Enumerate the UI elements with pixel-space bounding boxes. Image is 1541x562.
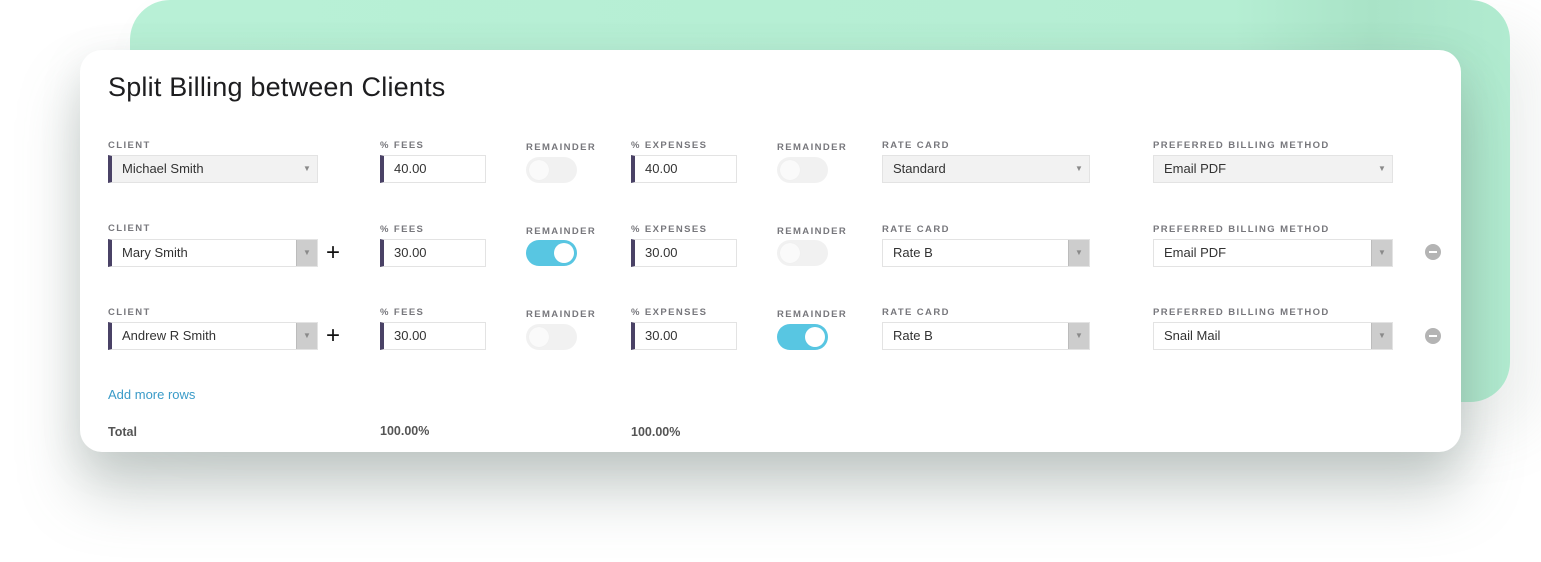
expenses-remainder-toggle[interactable] xyxy=(777,157,828,183)
rate-card-label: RATE CARD xyxy=(882,140,950,151)
remove-row-icon[interactable] xyxy=(1425,244,1441,260)
client-select[interactable]: Michael Smith ▼ xyxy=(108,155,318,183)
expenses-remainder-label: REMAINDER xyxy=(777,226,848,237)
expenses-input[interactable]: 30.00 xyxy=(631,239,737,267)
fees-value: 30.00 xyxy=(394,245,427,260)
fees-input[interactable]: 30.00 xyxy=(380,322,486,350)
split-billing-card: Split Billing between Clients CLIENT Mic… xyxy=(80,50,1461,452)
expenses-input[interactable]: 40.00 xyxy=(631,155,737,183)
toggle-knob xyxy=(780,243,800,263)
client-value: Mary Smith xyxy=(122,245,188,260)
add-client-icon[interactable]: + xyxy=(326,324,340,348)
rate-card-label: RATE CARD xyxy=(882,307,950,318)
fees-label: % FEES xyxy=(380,307,425,318)
toggle-knob xyxy=(780,160,800,180)
fees-remainder-label: REMAINDER xyxy=(526,309,597,320)
expenses-remainder-toggle[interactable] xyxy=(777,324,828,350)
billing-method-value: Snail Mail xyxy=(1164,328,1221,343)
client-select[interactable]: Mary Smith ▼ xyxy=(108,239,318,267)
chevron-down-icon: ▼ xyxy=(1378,164,1386,173)
fees-remainder-toggle[interactable] xyxy=(526,324,577,350)
client-label: CLIENT xyxy=(108,140,151,151)
fees-value: 30.00 xyxy=(394,328,427,343)
client-value: Andrew R Smith xyxy=(122,328,216,343)
expenses-value: 30.00 xyxy=(645,245,678,260)
billing-method-value: Email PDF xyxy=(1164,245,1227,260)
toggle-knob xyxy=(529,160,549,180)
rate-card-value: Rate B xyxy=(893,328,933,343)
fees-label: % FEES xyxy=(380,140,425,151)
chevron-down-icon: ▼ xyxy=(1068,240,1089,266)
billing-method-select[interactable]: Email PDF ▼ xyxy=(1153,155,1393,183)
fees-label: % FEES xyxy=(380,224,425,235)
billing-method-label: PREFERRED BILLING METHOD xyxy=(1153,224,1330,235)
client-label: CLIENT xyxy=(108,223,151,234)
expenses-label: % EXPENSES xyxy=(631,307,708,318)
toggle-knob xyxy=(554,243,574,263)
total-label: Total xyxy=(108,425,137,439)
total-expenses: 100.00% xyxy=(631,425,681,439)
fees-remainder-label: REMAINDER xyxy=(526,142,597,153)
expenses-remainder-label: REMAINDER xyxy=(777,309,848,320)
expenses-remainder-toggle[interactable] xyxy=(777,240,828,266)
chevron-down-icon: ▼ xyxy=(296,240,317,266)
expenses-label: % EXPENSES xyxy=(631,224,708,235)
client-value: Michael Smith xyxy=(122,161,204,176)
add-more-rows-link[interactable]: Add more rows xyxy=(108,387,195,402)
billing-method-label: PREFERRED BILLING METHOD xyxy=(1153,307,1330,318)
toggle-knob xyxy=(529,327,549,347)
total-fees: 100.00% xyxy=(380,424,430,438)
expenses-value: 30.00 xyxy=(645,328,678,343)
fees-input[interactable]: 30.00 xyxy=(380,239,486,267)
billing-method-select[interactable]: Email PDF ▼ xyxy=(1153,239,1393,267)
rate-card-value: Rate B xyxy=(893,245,933,260)
expenses-input[interactable]: 30.00 xyxy=(631,322,737,350)
client-label: CLIENT xyxy=(108,307,151,318)
chevron-down-icon: ▼ xyxy=(1371,323,1392,349)
add-client-icon[interactable]: + xyxy=(326,241,340,265)
billing-method-value: Email PDF xyxy=(1164,161,1227,176)
chevron-down-icon: ▼ xyxy=(1075,164,1083,173)
billing-method-select[interactable]: Snail Mail ▼ xyxy=(1153,322,1393,350)
rate-card-select[interactable]: Rate B ▼ xyxy=(882,239,1090,267)
fees-input[interactable]: 40.00 xyxy=(380,155,486,183)
fees-remainder-label: REMAINDER xyxy=(526,226,597,237)
client-select[interactable]: Andrew R Smith ▼ xyxy=(108,322,318,350)
remove-row-icon[interactable] xyxy=(1425,328,1441,344)
toggle-knob xyxy=(805,327,825,347)
fees-remainder-toggle[interactable] xyxy=(526,157,577,183)
rate-card-select[interactable]: Rate B ▼ xyxy=(882,322,1090,350)
billing-method-label: PREFERRED BILLING METHOD xyxy=(1153,140,1330,151)
fees-value: 40.00 xyxy=(394,161,427,176)
chevron-down-icon: ▼ xyxy=(303,164,311,173)
rate-card-label: RATE CARD xyxy=(882,224,950,235)
rate-card-value: Standard xyxy=(893,161,946,176)
expenses-value: 40.00 xyxy=(645,161,678,176)
rate-card-select[interactable]: Standard ▼ xyxy=(882,155,1090,183)
fees-remainder-toggle[interactable] xyxy=(526,240,577,266)
expenses-label: % EXPENSES xyxy=(631,140,708,151)
chevron-down-icon: ▼ xyxy=(296,323,317,349)
chevron-down-icon: ▼ xyxy=(1371,240,1392,266)
page-title: Split Billing between Clients xyxy=(108,72,446,102)
chevron-down-icon: ▼ xyxy=(1068,323,1089,349)
expenses-remainder-label: REMAINDER xyxy=(777,142,848,153)
